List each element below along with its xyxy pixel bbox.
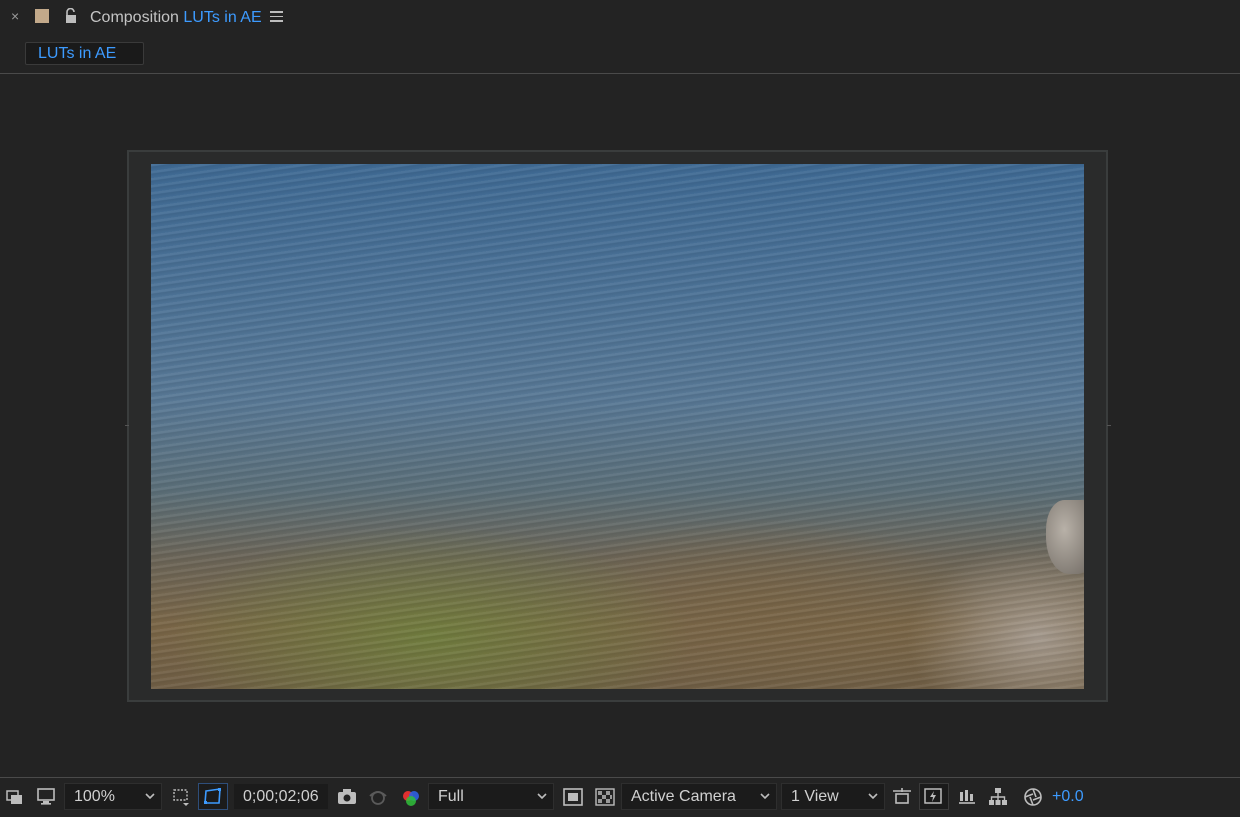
viewer-toolbar: 100% 0;00;02;06 Full Active Camera 1 Vie… (0, 777, 1240, 817)
exposure-value[interactable]: +0.0 (1052, 788, 1084, 806)
composition-panel-header: × Composition LUTs in AE (0, 0, 1240, 36)
show-snapshot-icon[interactable] (367, 786, 389, 808)
panel-title: Composition LUTs in AE (90, 9, 262, 27)
exposure-icon[interactable] (1022, 786, 1044, 808)
footage-preview[interactable] (151, 164, 1084, 689)
timeline-icon[interactable] (956, 786, 978, 808)
resolution-value: Full (438, 788, 464, 805)
chevron-down-icon (537, 793, 547, 800)
flowchart-icon[interactable] (987, 786, 1009, 808)
water-texture (151, 164, 1084, 689)
tab-composition[interactable]: LUTs in AE (25, 42, 144, 65)
view-layout-dropdown[interactable]: 1 View (781, 783, 885, 810)
current-timecode: 0;00;02;06 (243, 788, 319, 805)
color-channels-icon[interactable] (400, 786, 422, 808)
frame-edge-marker-left (125, 425, 129, 426)
view-layout-value: 1 View (791, 788, 839, 805)
close-icon[interactable]: × (11, 8, 19, 24)
shore-rock (1046, 500, 1084, 574)
camera-view-value: Active Camera (631, 788, 736, 805)
camera-view-dropdown[interactable]: Active Camera (621, 783, 777, 810)
chevron-down-icon (145, 793, 155, 800)
chevron-down-icon (760, 793, 770, 800)
toggle-pixel-aspect-icon[interactable] (891, 786, 913, 808)
lightning-icon (923, 786, 945, 808)
panel-title-prefix: Composition (90, 9, 179, 26)
snapshot-icon[interactable] (336, 786, 358, 808)
lock-icon[interactable] (64, 7, 78, 24)
mask-visibility-icon (202, 786, 224, 808)
fast-previews-icon[interactable] (562, 786, 584, 808)
mask-visibility-toggle[interactable] (198, 783, 228, 810)
always-preview-icon[interactable] (5, 786, 27, 808)
panel-menu-icon[interactable] (270, 11, 283, 23)
magnification-dropdown[interactable]: 100% (64, 783, 162, 810)
chevron-down-icon (868, 793, 878, 800)
fast-previews-toggle[interactable] (919, 783, 949, 810)
composition-color-swatch[interactable] (35, 9, 49, 23)
timecode-display[interactable]: 0;00;02;06 (233, 783, 329, 810)
resolution-dropdown[interactable]: Full (428, 783, 554, 810)
panel-composition-name: LUTs in AE (183, 9, 262, 26)
frame-edge-marker-right (1107, 425, 1111, 426)
transparency-grid-icon[interactable] (594, 786, 616, 808)
region-of-interest-icon[interactable] (170, 786, 192, 808)
magnification-value: 100% (74, 788, 115, 805)
display-icon[interactable] (36, 786, 58, 808)
